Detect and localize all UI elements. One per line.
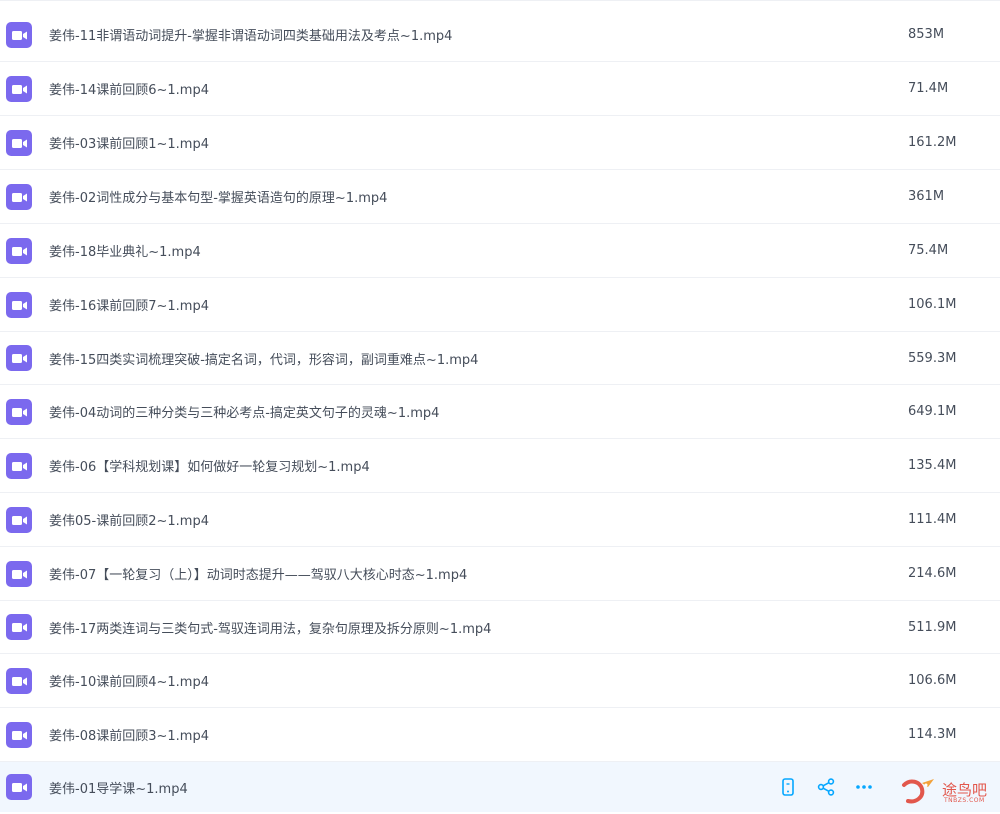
phone-icon[interactable]	[776, 775, 800, 799]
file-size: 106.1M	[908, 297, 957, 312]
file-row[interactable]: 姜伟-06【学科规划课】如何做好一轮复习规划~1.mp4 135.4M	[0, 439, 1000, 493]
file-name[interactable]: 姜伟-04动词的三种分类与三种必考点-搞定英文句子的灵魂~1.mp4	[49, 402, 439, 421]
file-name[interactable]: 姜伟-03课前回顾1~1.mp4	[49, 133, 209, 152]
file-row[interactable]: 姜伟-15四类实词梳理突破-搞定名词，代词，形容词，副词重难点~1.mp4 559…	[0, 332, 1000, 385]
video-file-icon	[6, 452, 32, 479]
file-row[interactable]: 姜伟-07【一轮复习（上）】动词时态提升——驾驭八大核心时态~1.mp4 214.…	[0, 547, 1000, 601]
file-name[interactable]: 姜伟-02词性成分与基本句型-掌握英语造句的原理~1.mp4	[49, 187, 387, 206]
more-icon[interactable]	[852, 775, 876, 799]
file-size: 161.2M	[908, 135, 957, 150]
file-row[interactable]: 姜伟-11非谓语动词提升-掌握非谓语动词四类基础用法及考点~1.mp4 853M	[0, 8, 1000, 62]
file-row[interactable]: 姜伟-04动词的三种分类与三种必考点-搞定英文句子的灵魂~1.mp4 649.1M	[0, 385, 1000, 439]
file-name[interactable]: 姜伟-10课前回顾4~1.mp4	[49, 671, 209, 690]
video-file-icon	[6, 614, 32, 640]
file-name[interactable]: 姜伟-06【学科规划课】如何做好一轮复习规划~1.mp4	[49, 456, 370, 475]
file-row[interactable]: 姜伟-02词性成分与基本句型-掌握英语造句的原理~1.mp4 361M	[0, 170, 1000, 224]
file-name[interactable]: 姜伟-07【一轮复习（上）】动词时态提升——驾驭八大核心时态~1.mp4	[49, 564, 467, 583]
watermark-bird-icon	[902, 779, 934, 804]
video-file-icon	[6, 75, 32, 102]
file-name[interactable]: 姜伟-15四类实词梳理突破-搞定名词，代词，形容词，副词重难点~1.mp4	[49, 349, 478, 368]
file-size: 75.4M	[908, 243, 949, 258]
video-file-icon	[6, 291, 32, 318]
watermark-subtext: TNBZS.COM	[944, 797, 985, 804]
file-size: 511.9M	[908, 619, 957, 635]
file-row[interactable]: 姜伟-10课前回顾4~1.mp4 106.6M	[0, 654, 1000, 708]
video-file-icon	[6, 21, 32, 48]
video-file-icon	[6, 774, 32, 800]
file-name[interactable]: 姜伟-11非谓语动词提升-掌握非谓语动词四类基础用法及考点~1.mp4	[49, 25, 452, 44]
file-name[interactable]: 姜伟-14课前回顾6~1.mp4	[49, 79, 209, 98]
file-size: 559.3M	[908, 350, 957, 366]
file-size: 135.4M	[908, 458, 957, 473]
watermark-logo: 途鸟吧 TNBZS.COM	[900, 775, 996, 809]
row-actions	[776, 775, 890, 799]
file-size: 649.1M	[908, 404, 957, 419]
file-row[interactable]: 姜伟-16课前回顾7~1.mp4 106.1M	[0, 278, 1000, 332]
file-row[interactable]: 姜伟-18毕业典礼~1.mp4 75.4M	[0, 224, 1000, 278]
file-row[interactable]: 姜伟-14课前回顾6~1.mp4 71.4M	[0, 62, 1000, 116]
file-name[interactable]: 姜伟05-课前回顾2~1.mp4	[49, 510, 209, 529]
file-row[interactable]: 姜伟-01导学课~1.mp4	[0, 762, 1000, 812]
file-row[interactable]: 姜伟-03课前回顾1~1.mp4 161.2M	[0, 116, 1000, 170]
video-file-icon	[6, 345, 32, 371]
video-file-icon	[6, 721, 32, 748]
video-file-icon	[6, 560, 32, 587]
video-file-icon	[6, 667, 32, 694]
file-size: 114.3M	[908, 727, 957, 742]
video-file-icon	[6, 398, 32, 425]
file-name[interactable]: 姜伟-16课前回顾7~1.mp4	[49, 295, 209, 314]
share-icon[interactable]	[814, 775, 838, 799]
file-size: 853M	[908, 27, 945, 42]
file-name[interactable]: 姜伟-08课前回顾3~1.mp4	[49, 725, 209, 744]
file-name[interactable]: 姜伟-01导学课~1.mp4	[49, 778, 188, 797]
file-size: 111.4M	[908, 512, 957, 527]
file-size: 361M	[908, 189, 945, 204]
file-size: 214.6M	[908, 566, 957, 581]
file-size: 106.6M	[908, 673, 957, 688]
video-file-icon	[6, 237, 32, 264]
file-list: 姜伟-11非谓语动词提升-掌握非谓语动词四类基础用法及考点~1.mp4 853M 姜…	[0, 0, 1000, 814]
file-name[interactable]: 姜伟-18毕业典礼~1.mp4	[49, 241, 201, 260]
video-file-icon	[6, 183, 32, 210]
file-row[interactable]: 姜伟-08课前回顾3~1.mp4 114.3M	[0, 708, 1000, 762]
video-file-icon	[6, 129, 32, 156]
file-size: 71.4M	[908, 81, 949, 96]
video-file-icon	[6, 506, 32, 533]
file-row[interactable]: 姜伟-17两类连词与三类句式-驾驭连词用法，复杂句原理及拆分原则~1.mp4 51…	[0, 601, 1000, 654]
file-row[interactable]: 姜伟05-课前回顾2~1.mp4 111.4M	[0, 493, 1000, 547]
file-name[interactable]: 姜伟-17两类连词与三类句式-驾驭连词用法，复杂句原理及拆分原则~1.mp4	[49, 618, 491, 637]
